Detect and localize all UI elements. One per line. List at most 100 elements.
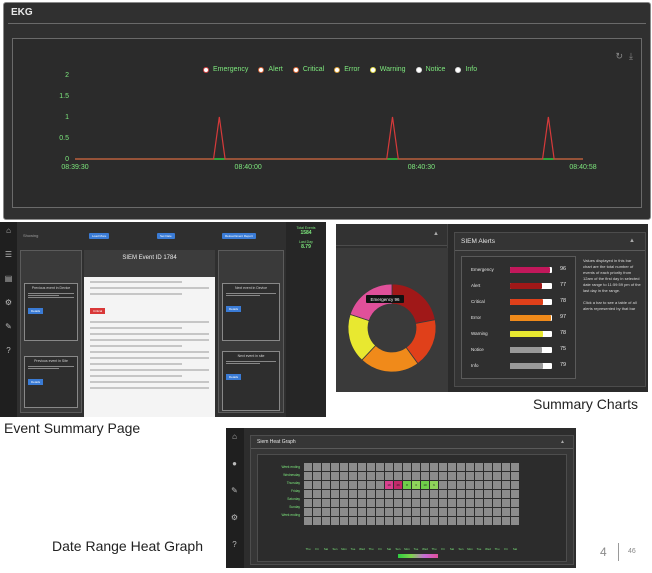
sidebar-nav-icon[interactable]: ● bbox=[226, 455, 243, 482]
heat-cell[interactable] bbox=[484, 463, 492, 471]
heat-cell[interactable] bbox=[457, 481, 465, 489]
heat-cell[interactable] bbox=[403, 472, 411, 480]
heat-cell[interactable] bbox=[493, 490, 501, 498]
heat-cell[interactable] bbox=[385, 472, 393, 480]
next-device-details-button[interactable]: Details bbox=[226, 306, 242, 312]
heat-cell[interactable] bbox=[331, 499, 339, 507]
heat-cell[interactable] bbox=[376, 463, 384, 471]
heat-cell[interactable] bbox=[304, 508, 312, 516]
heat-cell[interactable] bbox=[394, 508, 402, 516]
heat-cell[interactable] bbox=[322, 508, 330, 516]
next-site-details-button[interactable]: Details bbox=[226, 374, 242, 380]
heat-cell[interactable] bbox=[340, 481, 348, 489]
sidebar-nav-icon[interactable]: ⚙ bbox=[226, 509, 243, 536]
heat-cell[interactable] bbox=[466, 508, 474, 516]
heat-cell[interactable] bbox=[484, 508, 492, 516]
heat-cell[interactable] bbox=[349, 472, 357, 480]
heat-cell[interactable] bbox=[394, 463, 402, 471]
heat-cell[interactable] bbox=[367, 490, 375, 498]
heat-cell[interactable] bbox=[475, 508, 483, 516]
heat-cell[interactable] bbox=[367, 499, 375, 507]
heat-cell[interactable] bbox=[385, 490, 393, 498]
heat-cell[interactable] bbox=[340, 472, 348, 480]
siem-bar-row[interactable]: Critical 78 bbox=[466, 297, 574, 309]
download-icon[interactable]: ⤓ bbox=[629, 51, 633, 62]
heat-cell[interactable] bbox=[511, 472, 519, 480]
heat-cell[interactable] bbox=[448, 463, 456, 471]
siem-bar-track[interactable] bbox=[510, 283, 552, 289]
sidebar-nav-icon[interactable]: ✎ bbox=[226, 482, 243, 509]
sidebar-nav-icon[interactable]: ⌂ bbox=[226, 428, 243, 455]
heat-cell[interactable] bbox=[403, 517, 411, 525]
siem-bar-fill[interactable] bbox=[510, 283, 543, 289]
heat-cell[interactable] bbox=[322, 490, 330, 498]
siem-bar-row[interactable]: Notice 75 bbox=[466, 345, 574, 357]
heat-cell[interactable] bbox=[439, 508, 447, 516]
heat-cell[interactable] bbox=[358, 463, 366, 471]
heat-cell[interactable] bbox=[502, 463, 510, 471]
sidebar-nav-icon[interactable]: ▤ bbox=[0, 270, 17, 294]
heat-cell[interactable] bbox=[466, 472, 474, 480]
heat-cell[interactable] bbox=[457, 517, 465, 525]
heat-cell[interactable] bbox=[340, 499, 348, 507]
heat-cell[interactable] bbox=[322, 463, 330, 471]
collapse-caret-icon[interactable]: ▲ bbox=[433, 231, 439, 237]
heat-cell[interactable] bbox=[322, 481, 330, 489]
heat-cell[interactable] bbox=[493, 463, 501, 471]
heat-cell[interactable] bbox=[394, 472, 402, 480]
heat-cell[interactable] bbox=[421, 499, 429, 507]
ekg-legend-item[interactable]: Warning bbox=[369, 66, 406, 73]
heat-cell[interactable] bbox=[358, 472, 366, 480]
heat-cell[interactable] bbox=[502, 517, 510, 525]
heat-cell[interactable] bbox=[466, 481, 474, 489]
heat-cell[interactable] bbox=[403, 490, 411, 498]
heat-cell[interactable] bbox=[313, 517, 321, 525]
heat-cell[interactable] bbox=[394, 499, 402, 507]
heat-cell[interactable] bbox=[376, 481, 384, 489]
heat-cell[interactable] bbox=[511, 481, 519, 489]
heat-cell[interactable] bbox=[412, 499, 420, 507]
heat-cell[interactable] bbox=[448, 490, 456, 498]
heat-cell[interactable] bbox=[475, 472, 483, 480]
heat-cell[interactable] bbox=[475, 463, 483, 471]
heat-cell[interactable] bbox=[502, 499, 510, 507]
siem-bar-track[interactable] bbox=[510, 347, 552, 353]
heat-cell[interactable]: 8 bbox=[403, 481, 411, 489]
heat-cell[interactable] bbox=[421, 517, 429, 525]
heat-cell[interactable] bbox=[313, 508, 321, 516]
heat-cell[interactable] bbox=[484, 499, 492, 507]
heat-cell[interactable] bbox=[376, 508, 384, 516]
heat-cell[interactable] bbox=[484, 472, 492, 480]
heat-cell[interactable] bbox=[331, 517, 339, 525]
heat-cell[interactable]: 3 bbox=[412, 481, 420, 489]
heat-cell[interactable] bbox=[331, 472, 339, 480]
heat-cell[interactable] bbox=[475, 499, 483, 507]
heat-cell[interactable] bbox=[313, 472, 321, 480]
heat-cell[interactable] bbox=[439, 463, 447, 471]
heat-cell[interactable] bbox=[376, 517, 384, 525]
heat-cell[interactable] bbox=[475, 481, 483, 489]
heat-cell[interactable] bbox=[349, 499, 357, 507]
heat-cell[interactable] bbox=[385, 508, 393, 516]
heat-cell[interactable] bbox=[475, 490, 483, 498]
heat-cell[interactable]: 6 bbox=[430, 481, 438, 489]
heat-cell[interactable] bbox=[466, 499, 474, 507]
heat-cell[interactable] bbox=[367, 472, 375, 480]
heat-cell[interactable] bbox=[349, 481, 357, 489]
ekg-legend-item[interactable]: Emergency bbox=[203, 66, 248, 73]
heat-cell[interactable] bbox=[502, 472, 510, 480]
heat-cell[interactable] bbox=[403, 508, 411, 516]
heat-cell[interactable] bbox=[439, 499, 447, 507]
siem-bar-fill[interactable] bbox=[510, 315, 551, 321]
heat-cell[interactable] bbox=[331, 481, 339, 489]
heat-cell[interactable] bbox=[376, 472, 384, 480]
heat-cell[interactable] bbox=[340, 508, 348, 516]
prev-device-details-button[interactable]: Details bbox=[28, 308, 44, 314]
heat-cell[interactable] bbox=[385, 499, 393, 507]
refresh-icon[interactable]: ↻ bbox=[615, 51, 623, 62]
heat-cell[interactable]: 19 bbox=[385, 481, 393, 489]
heat-cell[interactable] bbox=[448, 499, 456, 507]
heat-cell[interactable] bbox=[430, 490, 438, 498]
heat-cell[interactable] bbox=[349, 490, 357, 498]
heat-cell[interactable] bbox=[367, 463, 375, 471]
